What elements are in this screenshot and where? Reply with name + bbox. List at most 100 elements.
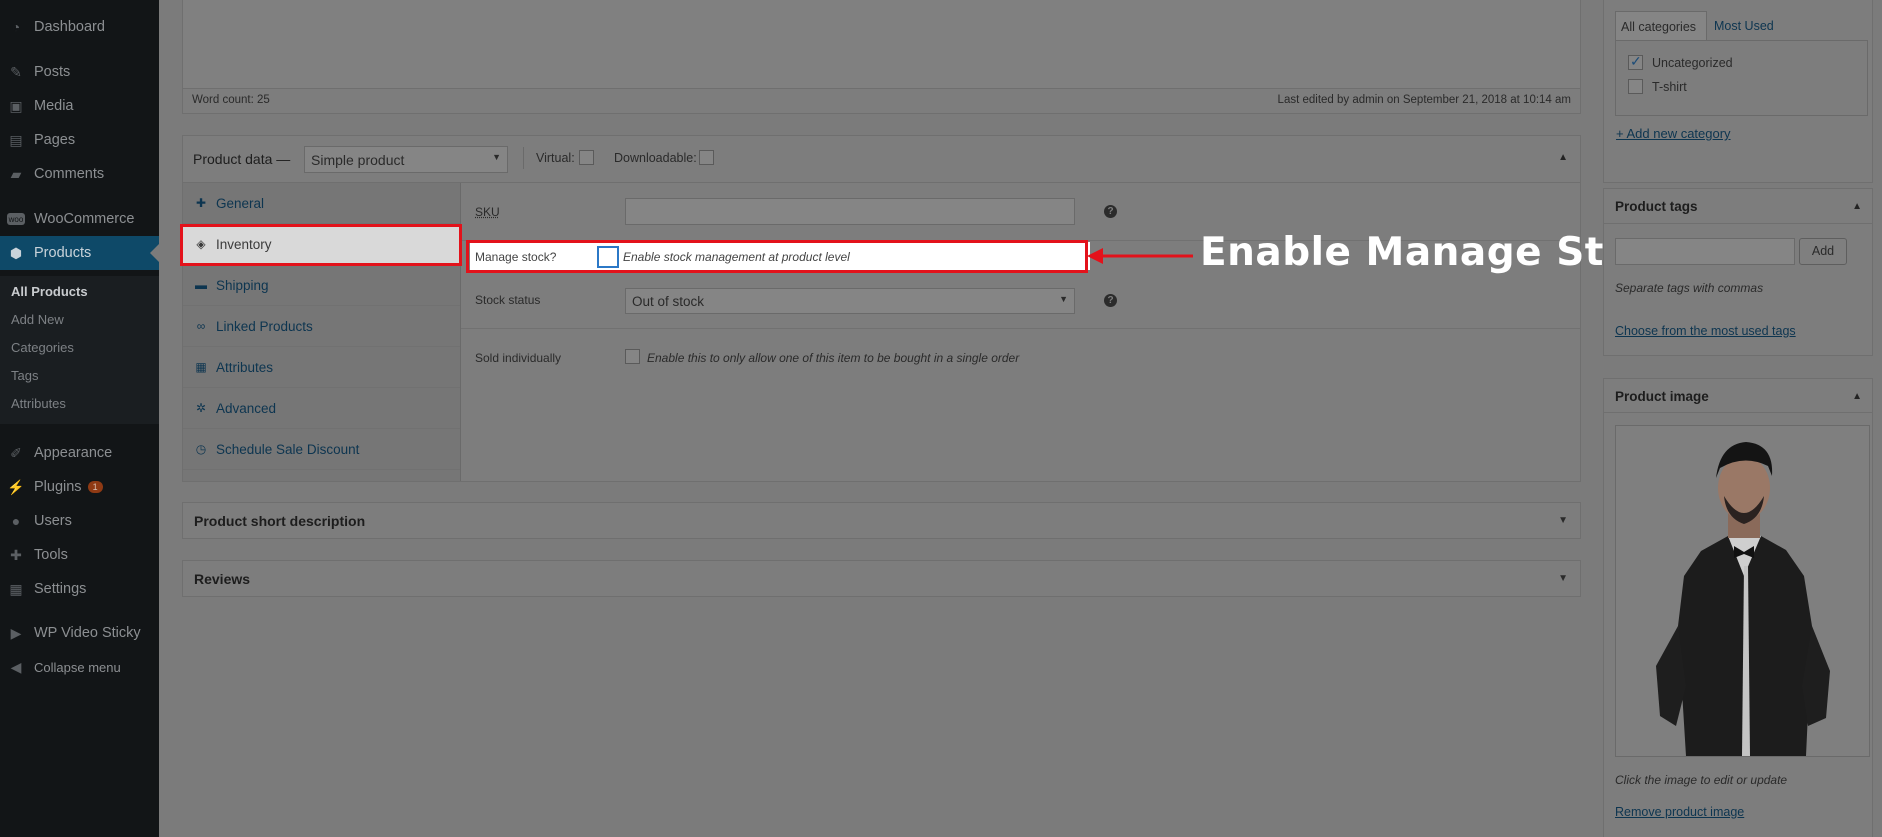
add-new-category-link[interactable]: + Add new category	[1616, 126, 1731, 141]
wrench-icon: ✚	[10, 546, 22, 563]
short-description-panel[interactable]: Product short description ▼	[182, 502, 1581, 539]
stock-status-select[interactable]: Out of stock ▼	[625, 288, 1075, 314]
product-image-title: Product image	[1615, 389, 1709, 404]
menu-label: Dashboard	[34, 19, 105, 35]
reviews-title: Reviews	[194, 571, 251, 587]
downloadable-label: Downloadable:	[614, 151, 697, 165]
product-type-select[interactable]: Simple product ▼	[304, 146, 508, 173]
menu-collapse[interactable]: ◀ Collapse menu	[0, 650, 159, 684]
sold-individually-label: Sold individually	[475, 351, 562, 365]
menu-label: Tools	[34, 547, 68, 563]
checkmark-icon: ✓	[1630, 53, 1642, 69]
collapse-arrow-icon[interactable]: ▲	[1558, 152, 1568, 163]
menu-label: Posts	[34, 64, 71, 80]
categories-panel: All categories Most Used ✓ Uncategorized…	[1603, 0, 1873, 183]
sold-individually-description: Enable this to only allow one of this it…	[647, 351, 1020, 365]
menu-label: Pages	[34, 132, 76, 148]
tab-label: Shipping	[216, 277, 269, 293]
divider	[461, 328, 1580, 329]
editor-panel: Word count: 25 Last edited by admin on S…	[182, 0, 1581, 114]
tab-schedule-sale-discount[interactable]: ◷ Schedule Sale Discount	[183, 429, 460, 470]
menu-label: WP Video Sticky	[34, 625, 141, 641]
annotation-arrow	[1087, 248, 1193, 264]
product-type-value: Simple product	[311, 151, 405, 168]
expand-arrow-icon[interactable]: ▼	[1558, 515, 1568, 526]
menu-label: Collapse menu	[34, 659, 121, 675]
product-image[interactable]	[1615, 425, 1870, 757]
chevron-down-icon: ▼	[1059, 294, 1068, 304]
tab-advanced[interactable]: ✲ Advanced	[183, 388, 460, 429]
tab-label: Attributes	[216, 359, 274, 375]
menu-wp-video-sticky[interactable]: ▶ WP Video Sticky	[0, 616, 159, 650]
menu-tools[interactable]: ✚ Tools	[0, 538, 159, 572]
tab-label: Advanced	[216, 400, 277, 416]
dashboard-icon: ◔	[11, 19, 21, 35]
remove-product-image-link[interactable]: Remove product image	[1615, 805, 1744, 819]
reviews-panel[interactable]: Reviews ▼	[182, 560, 1581, 597]
product-image-header: Product image ▲	[1604, 379, 1872, 413]
menu-label: Media	[34, 98, 74, 114]
tab-linked-products[interactable]: ∞ Linked Products	[183, 306, 460, 347]
menu-users[interactable]: ● Users	[0, 504, 159, 538]
clock-icon: ◷	[195, 442, 207, 456]
gear-icon: ✲	[195, 401, 207, 415]
woocommerce-icon: woo	[7, 213, 25, 225]
menu-label: Comments	[34, 166, 105, 182]
menu-label: Products	[34, 245, 92, 261]
last-edited: Last edited by admin on September 21, 20…	[1277, 94, 1571, 106]
menu-dashboard[interactable]: ◔ Dashboard	[0, 10, 159, 44]
menu-appearance[interactable]: ✐ Appearance	[0, 436, 159, 470]
menu-media[interactable]: ▣ Media	[0, 89, 159, 123]
menu-woocommerce[interactable]: woo WooCommerce	[0, 202, 159, 236]
tag-input[interactable]	[1615, 238, 1795, 265]
inventory-tab-highlight	[180, 224, 462, 266]
submenu-attributes[interactable]: Attributes	[11, 396, 66, 411]
manage-stock-highlight	[466, 240, 1088, 273]
category-checkbox-uncategorized[interactable]: ✓	[1628, 53, 1643, 70]
submenu-tags[interactable]: Tags	[11, 368, 38, 383]
wrench-icon: ✚	[195, 196, 207, 210]
menu-posts[interactable]: ✎ Posts	[0, 55, 159, 89]
sold-individually-checkbox[interactable]	[625, 349, 640, 364]
tab-attributes[interactable]: ▦ Attributes	[183, 347, 460, 388]
product-image-caption: Click the image to edit or update	[1615, 773, 1788, 787]
menu-plugins[interactable]: ⚡ Plugins 1	[0, 470, 159, 504]
sku-input[interactable]	[625, 198, 1075, 225]
submenu-all-products[interactable]: All Products	[11, 284, 88, 299]
editor-area[interactable]	[183, 0, 1580, 89]
menu-settings[interactable]: ▦ Settings	[0, 572, 159, 606]
add-tag-button[interactable]: Add	[1799, 238, 1847, 265]
menu-products[interactable]: ⬢ Products	[0, 236, 159, 270]
admin-sidebar: ◔ Dashboard ✎ Posts ▣ Media ▤ Pages ▰ Comment…	[0, 0, 159, 837]
link-icon: ∞	[196, 319, 206, 333]
submenu-categories[interactable]: Categories	[11, 340, 74, 355]
collapse-arrow-icon[interactable]: ▲	[1852, 201, 1862, 212]
choose-tags-link[interactable]: Choose from the most used tags	[1615, 324, 1796, 338]
stock-status-label: Stock status	[475, 293, 541, 307]
tab-shipping[interactable]: ▬ Shipping	[183, 265, 460, 306]
category-label: T-shirt	[1652, 80, 1687, 94]
product-data-header: Product data — Simple product ▼ Virtual:…	[183, 136, 1580, 183]
sku-label: SKU	[475, 205, 500, 219]
table-icon: ▦	[195, 360, 207, 374]
submenu-add-new[interactable]: Add New	[11, 312, 64, 327]
divider	[523, 147, 524, 169]
video-icon: ▶	[10, 624, 22, 641]
brush-icon: ✐	[10, 444, 22, 461]
virtual-checkbox[interactable]	[579, 150, 594, 165]
tab-all-categories[interactable]: All categories	[1615, 11, 1707, 41]
tab-general[interactable]: ✚ General	[183, 183, 460, 224]
menu-pages[interactable]: ▤ Pages	[0, 123, 159, 157]
category-checkbox-tshirt[interactable]	[1628, 79, 1643, 94]
product-data-title: Product data —	[193, 151, 291, 167]
collapse-arrow-icon[interactable]: ▲	[1852, 391, 1862, 402]
menu-label: WooCommerce	[34, 211, 135, 227]
tab-label: Schedule Sale Discount	[216, 441, 360, 457]
product-photo-man-jacket	[1656, 442, 1830, 756]
category-checklist: ✓ Uncategorized T-shirt	[1615, 40, 1868, 116]
tab-most-used[interactable]: Most Used	[1714, 19, 1774, 33]
menu-comments[interactable]: ▰ Comments	[0, 157, 159, 191]
downloadable-checkbox[interactable]	[699, 150, 714, 165]
pin-icon: ✎	[10, 63, 22, 80]
expand-arrow-icon[interactable]: ▼	[1558, 573, 1568, 584]
